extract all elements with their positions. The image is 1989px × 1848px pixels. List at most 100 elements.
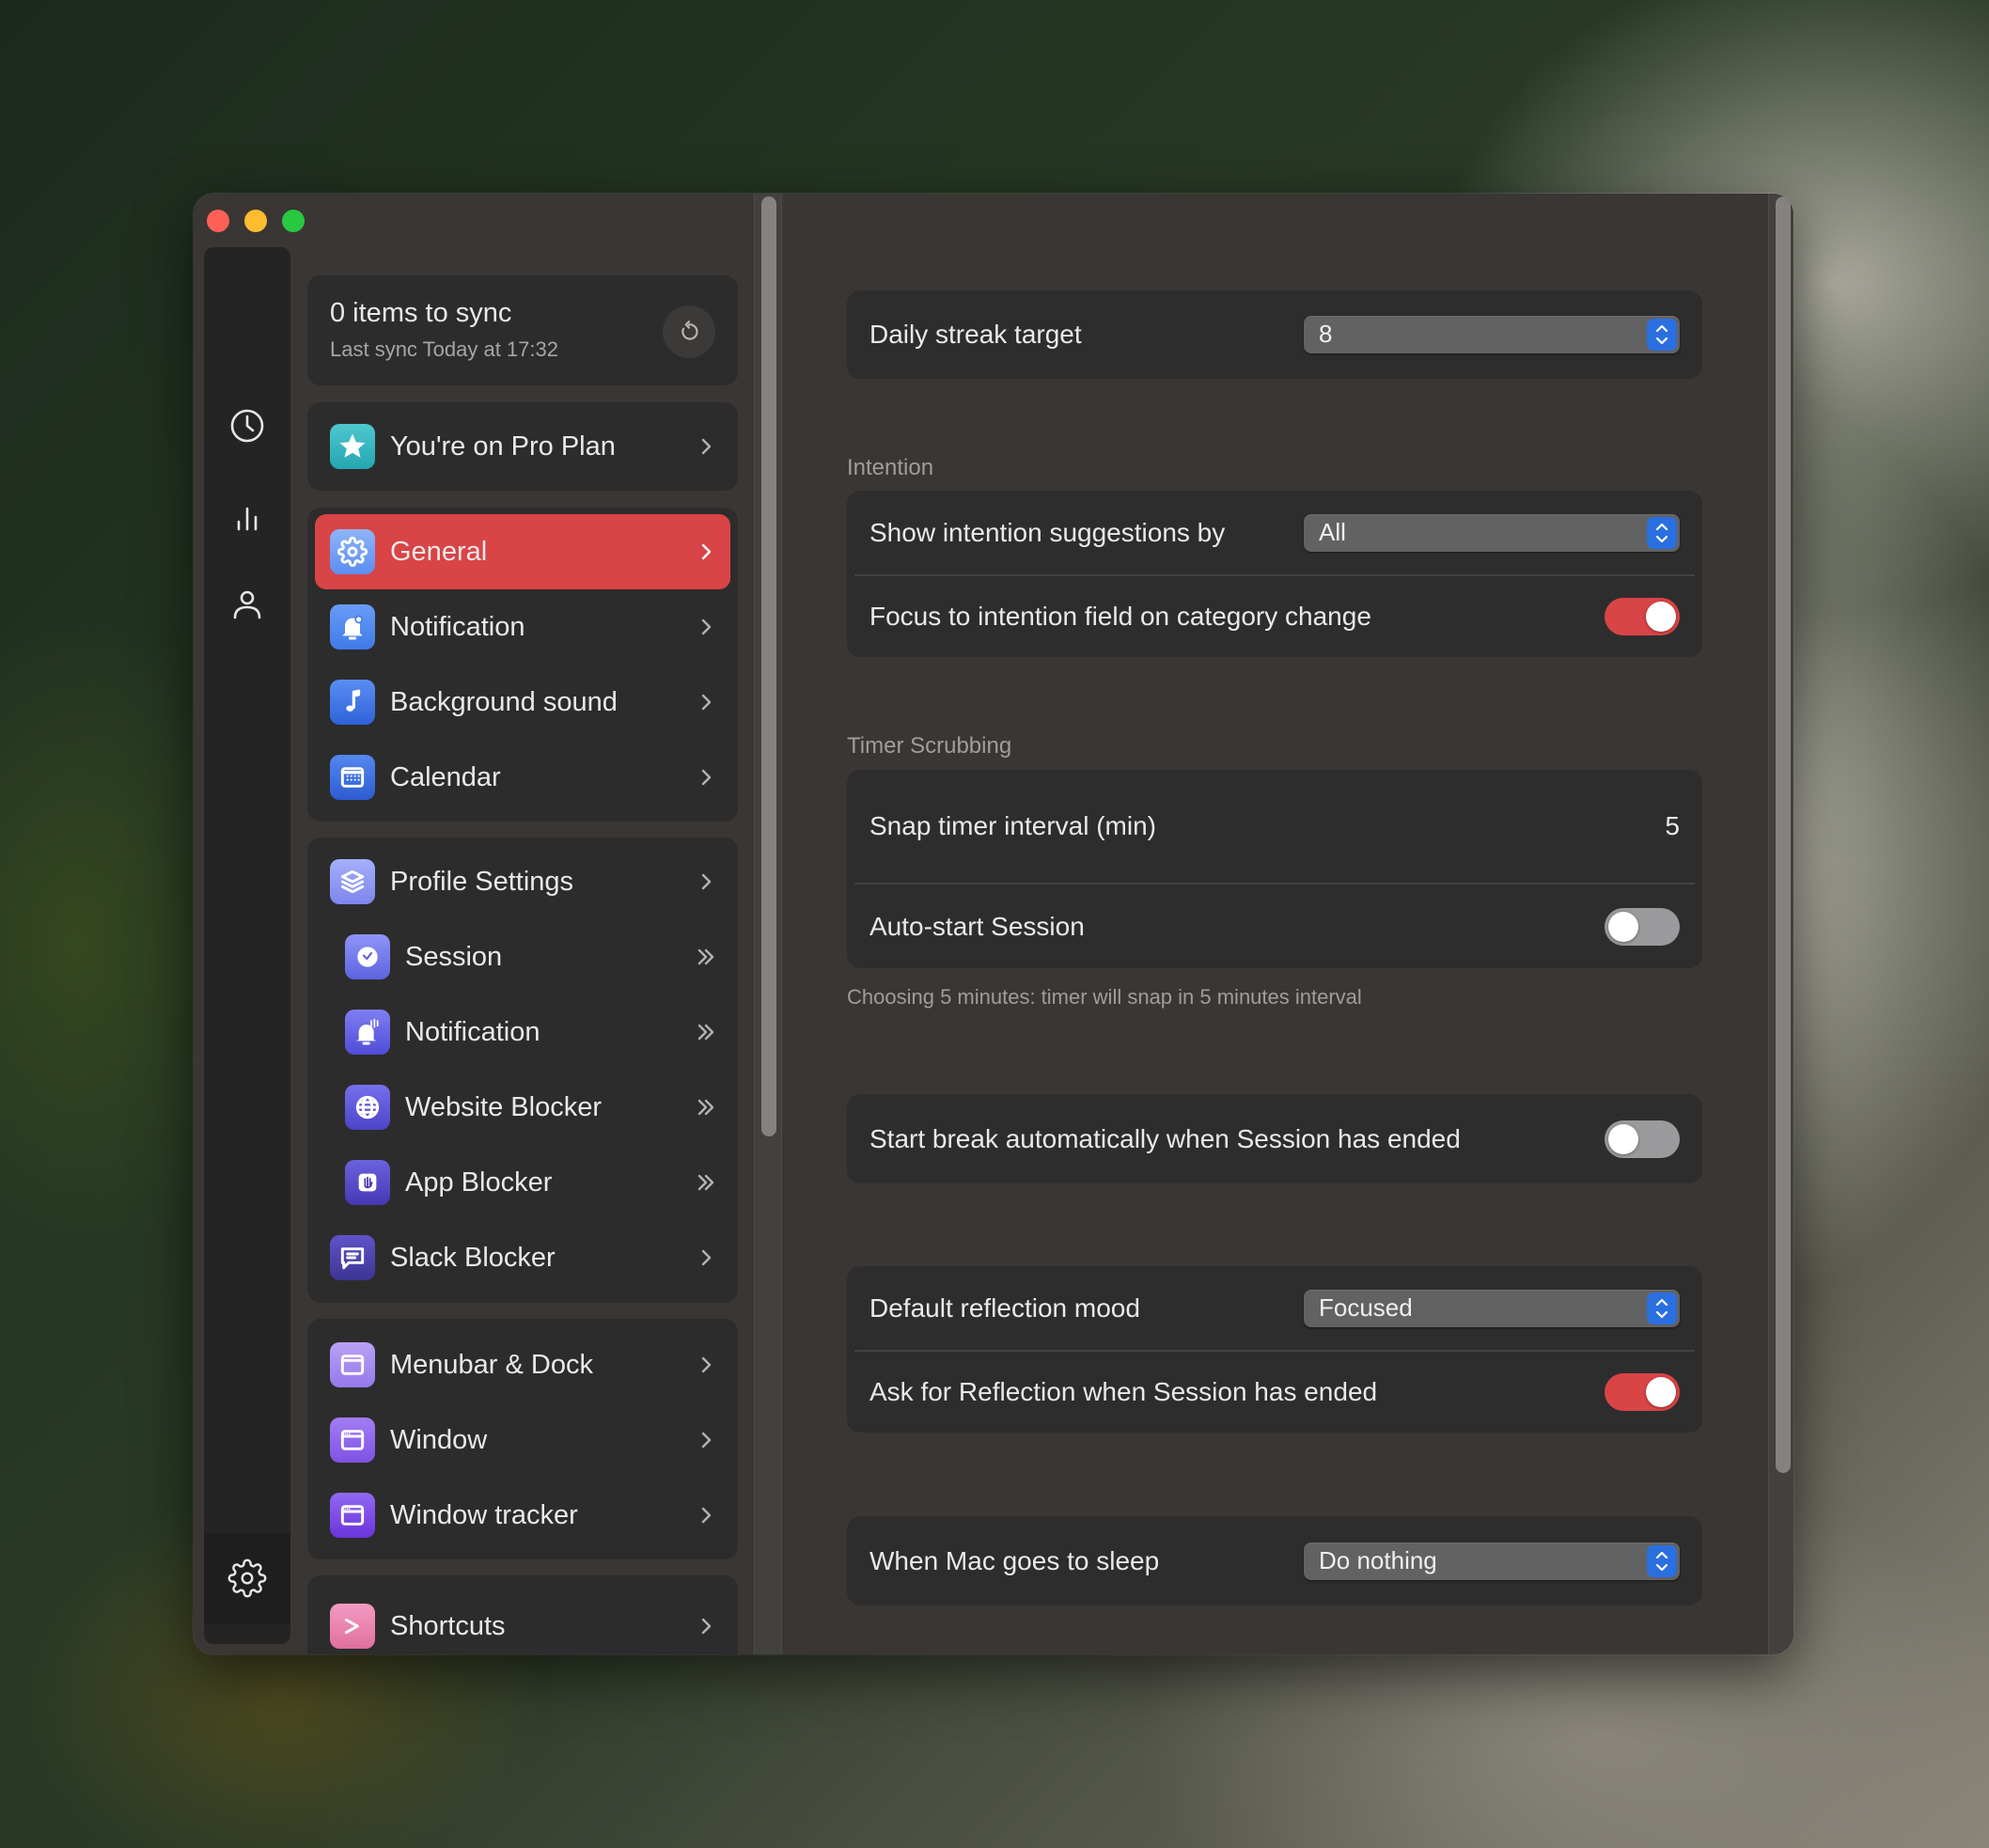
sidebar-item-label: General [390,536,488,567]
reflection-mood-row: Default reflection mood Focused [847,1266,1702,1351]
toggle-knob [1646,1376,1676,1407]
chevron-right-icon [695,1429,717,1451]
snap-interval-row: Snap timer interval (min) 5 [847,770,1702,883]
sidebar-item-app-blocker[interactable]: App Blocker [315,1145,730,1220]
ask-reflection-toggle[interactable] [1605,1372,1680,1411]
updown-chevron-icon [1647,1292,1677,1324]
profile-group: Profile Settings Session Notification We… [307,838,738,1303]
sidebar-item-label: Menubar & Dock [390,1349,593,1380]
sidebar-item-calendar[interactable]: Calendar [315,740,730,815]
ask-reflection-row: Ask for Reflection when Session has ende… [847,1351,1702,1433]
sidebar-item-label: Window tracker [390,1499,578,1530]
double-chevron-right-icon [695,1171,717,1194]
bell-icon [330,604,375,650]
reflection-mood-label: Default reflection mood [869,1293,1140,1323]
focus-intention-label: Focus to intention field on category cha… [869,601,1371,631]
general-settings-pane: Daily streak target 8 Intention Show int… [783,194,1793,1654]
chevron-right-icon [695,691,717,713]
sidebar-item-label: Website Blocker [405,1091,602,1122]
globe-icon [345,1085,390,1130]
reflection-panel: Default reflection mood Focused Ask for … [847,1266,1702,1433]
auto-start-toggle[interactable] [1605,907,1680,946]
auto-start-label: Auto-start Session [869,911,1085,941]
sidebar-item-menubar-dock[interactable]: Menubar & Dock [315,1327,730,1402]
sidebar-item-window-tracker[interactable]: Window tracker [315,1478,730,1553]
sidebar-item-label: Background sound [390,686,618,717]
gear-icon [227,1558,267,1598]
daily-streak-label: Daily streak target [869,320,1082,349]
sidebar-item-background-sound[interactable]: Background sound [315,665,730,740]
gear-icon [330,529,375,574]
rail-timer-button[interactable] [204,398,290,454]
bell-ringing-icon [345,1010,390,1055]
clock-icon [230,409,264,443]
timer-scrubbing-section-label: Timer Scrubbing [847,733,1012,759]
last-sync-time: Last sync Today at 17:32 [330,337,558,361]
sidebar-scrollbar-thumb[interactable] [761,196,776,1136]
toggle-knob [1646,601,1676,632]
sidebar-scrollbar[interactable] [754,194,782,1654]
sidebar-item-session[interactable]: Session [315,919,730,994]
sync-card: 0 items to sync Last sync Today at 17:32 [307,275,738,385]
sidebar-item-label: Notification [390,611,525,642]
zoom-window-button[interactable] [282,210,305,232]
toggle-knob [1608,911,1638,942]
snap-interval-value[interactable]: 5 [1665,811,1680,841]
rail-stats-button[interactable] [204,488,290,544]
main-scrollbar[interactable] [1768,194,1793,1654]
timer-scrubbing-hint: Choosing 5 minutes: timer will snap in 5… [847,985,1362,1009]
main-scrollbar-thumb[interactable] [1776,196,1791,1473]
person-icon [233,590,261,619]
start-break-toggle[interactable] [1605,1120,1680,1158]
sidebar-item-profile-settings[interactable]: Profile Settings [315,844,730,919]
focus-intention-toggle[interactable] [1605,597,1680,635]
pro-plan-item[interactable]: You're on Pro Plan [315,409,730,484]
chevron-right-icon [695,1354,717,1376]
start-break-panel: Start break automatically when Session h… [847,1094,1702,1183]
intention-panel: Show intention suggestions by All Focus … [847,491,1702,657]
double-chevron-right-icon [695,1021,717,1043]
close-window-button[interactable] [207,210,229,232]
auto-start-row: Auto-start Session [847,885,1702,968]
minimize-window-button[interactable] [244,210,267,232]
chevron-right-icon [695,616,717,638]
reflection-mood-select[interactable]: Focused [1304,1290,1680,1327]
sleep-label: When Mac goes to sleep [869,1545,1160,1575]
daily-streak-value: 8 [1319,320,1333,348]
general-group: General Notification Background sound Ca… [307,508,738,822]
sidebar-item-general[interactable]: General [315,514,730,589]
daily-streak-panel: Daily streak target 8 [847,290,1702,379]
sidebar-item-label: Notification [405,1016,540,1047]
intention-suggestions-label: Show intention suggestions by [869,518,1226,547]
sidebar-item-shortcuts[interactable]: Shortcuts [315,1589,730,1654]
focus-intention-row: Focus to intention field on category cha… [847,575,1702,657]
layers-icon [330,859,375,904]
icon-rail [204,247,290,1644]
sleep-value: Do nothing [1319,1545,1437,1574]
sleep-panel: When Mac goes to sleep Do nothing [847,1516,1702,1605]
double-chevron-right-icon [695,1096,717,1119]
sidebar-item-profile-notification[interactable]: Notification [315,994,730,1070]
chat-bubble-icon [330,1235,375,1280]
chart-icon [237,507,258,531]
sync-button[interactable] [663,305,715,358]
hand-icon [345,1160,390,1205]
settings-sidebar: 0 items to sync Last sync Today at 17:32… [307,194,738,1654]
plan-card: You're on Pro Plan [307,402,738,491]
chevron-right-icon [695,540,717,563]
sleep-select[interactable]: Do nothing [1304,1542,1680,1580]
start-break-row: Start break automatically when Session h… [847,1094,1702,1183]
sidebar-item-label: Window [390,1424,488,1455]
daily-streak-select[interactable]: 8 [1304,316,1680,353]
sidebar-item-window[interactable]: Window [315,1402,730,1478]
sidebar-item-notification[interactable]: Notification [315,589,730,665]
intention-suggestions-select[interactable]: All [1304,514,1680,552]
rail-settings-button[interactable] [204,1533,290,1623]
timer-scrubbing-panel: Snap timer interval (min) 5 Auto-start S… [847,770,1702,968]
settings-window: 0 items to sync Last sync Today at 17:32… [194,194,1793,1654]
window-tracker-icon [330,1493,375,1538]
rail-account-button[interactable] [204,576,290,633]
sync-status: 0 items to sync [330,298,512,328]
sidebar-item-slack-blocker[interactable]: Slack Blocker [315,1220,730,1295]
sidebar-item-website-blocker[interactable]: Website Blocker [315,1070,730,1145]
